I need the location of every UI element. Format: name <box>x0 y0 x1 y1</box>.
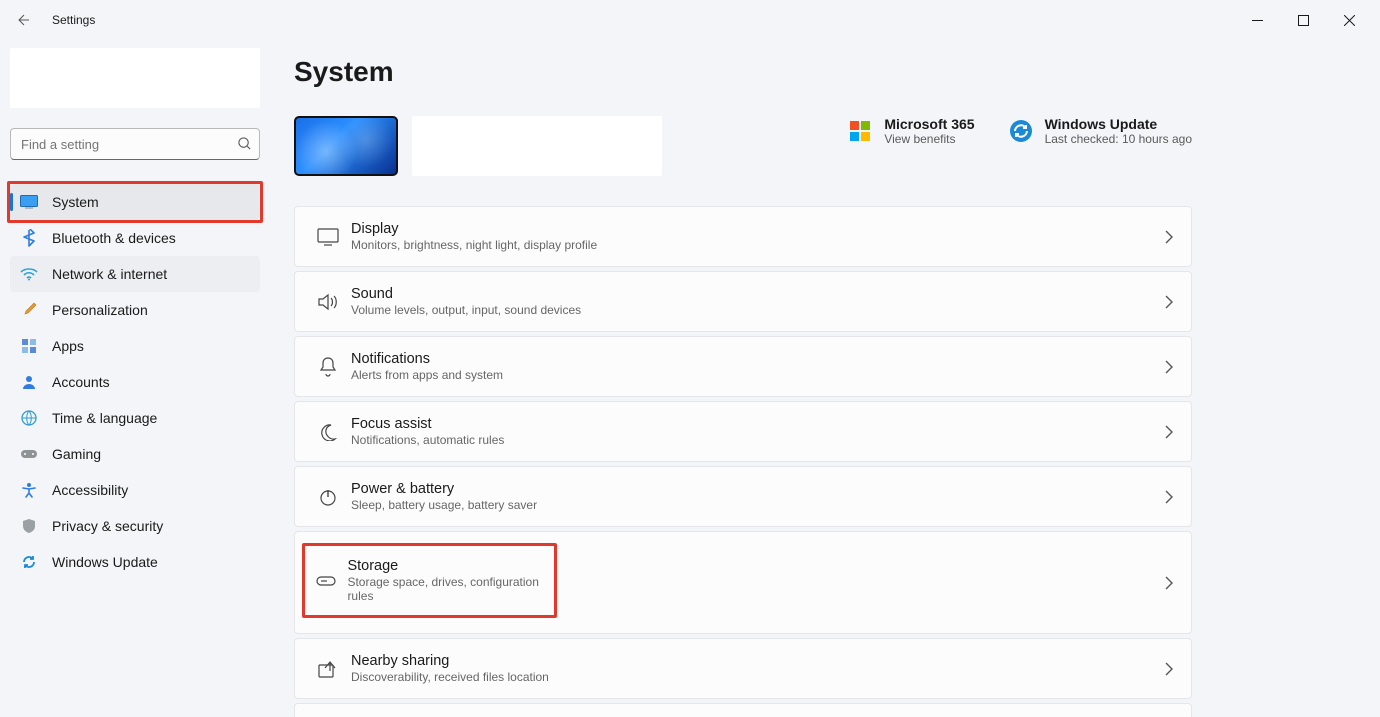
windows-update-link[interactable]: Windows Update Last checked: 10 hours ag… <box>1009 116 1192 146</box>
nav-item-windows-update[interactable]: Windows Update <box>10 544 260 580</box>
row-sound[interactable]: Sound Volume levels, output, input, soun… <box>294 271 1192 332</box>
search-field-wrap <box>10 128 260 160</box>
row-display[interactable]: Display Monitors, brightness, night ligh… <box>294 206 1192 267</box>
titlebar: Settings <box>0 0 1380 40</box>
nav-item-label: Accounts <box>52 374 110 390</box>
accessibility-icon <box>20 481 38 499</box>
nav-item-system[interactable]: System <box>10 184 260 220</box>
chevron-right-icon <box>1165 662 1173 676</box>
chevron-right-icon <box>1165 230 1173 244</box>
ms365-sub: View benefits <box>884 132 974 146</box>
nav-item-accounts[interactable]: Accounts <box>10 364 260 400</box>
ms365-icon <box>848 119 872 143</box>
device-info-card[interactable] <box>412 116 662 176</box>
maximize-button[interactable] <box>1280 4 1326 36</box>
row-nearby-sharing[interactable]: Nearby sharing Discoverability, received… <box>294 638 1192 699</box>
wifi-icon <box>20 265 38 283</box>
row-sub: Storage space, drives, configuration rul… <box>347 575 542 603</box>
sound-icon <box>313 293 343 311</box>
window-controls <box>1234 4 1372 36</box>
update-icon <box>20 553 38 571</box>
nav-item-label: Windows Update <box>52 554 158 570</box>
bluetooth-icon <box>20 229 38 247</box>
nav-item-privacy[interactable]: Privacy & security <box>10 508 260 544</box>
nav-item-apps[interactable]: Apps <box>10 328 260 364</box>
search-icon <box>237 136 252 151</box>
device-thumbnail[interactable] <box>294 116 398 176</box>
gamepad-icon <box>20 445 38 463</box>
nav-item-label: Privacy & security <box>52 518 163 534</box>
shield-icon <box>20 517 38 535</box>
nav-item-bluetooth[interactable]: Bluetooth & devices <box>10 220 260 256</box>
nav-item-label: Bluetooth & devices <box>52 230 176 246</box>
power-icon <box>313 488 343 506</box>
row-sub: Notifications, automatic rules <box>351 433 504 447</box>
apps-icon <box>20 337 38 355</box>
row-sub: Discoverability, received files location <box>351 670 549 684</box>
chevron-right-icon <box>1165 295 1173 309</box>
row-title: Power & battery <box>351 481 537 497</box>
wu-title: Windows Update <box>1045 116 1192 132</box>
row-notifications[interactable]: Notifications Alerts from apps and syste… <box>294 336 1192 397</box>
row-title: Display <box>351 221 597 237</box>
chevron-right-icon <box>1165 360 1173 374</box>
row-title: Sound <box>351 286 581 302</box>
row-storage[interactable]: Storage Storage space, drives, configura… <box>294 531 1192 634</box>
app-title: Settings <box>52 13 95 27</box>
row-power-battery[interactable]: Power & battery Sleep, battery usage, ba… <box>294 466 1192 527</box>
nav-item-label: Gaming <box>52 446 101 462</box>
paintbrush-icon <box>20 301 38 319</box>
wu-sub: Last checked: 10 hours ago <box>1045 132 1192 146</box>
nav-item-gaming[interactable]: Gaming <box>10 436 260 472</box>
nav-item-label: Apps <box>52 338 84 354</box>
row-sub: Alerts from apps and system <box>351 368 503 382</box>
globe-icon <box>20 409 38 427</box>
back-button[interactable] <box>8 4 40 36</box>
nav-item-label: System <box>52 194 99 210</box>
share-icon <box>313 660 343 678</box>
system-icon <box>20 193 38 211</box>
nav-item-label: Time & language <box>52 410 157 426</box>
row-sub: Sleep, battery usage, battery saver <box>351 498 537 512</box>
minimize-button[interactable] <box>1234 4 1280 36</box>
row-title: Notifications <box>351 351 503 367</box>
profile-card[interactable] <box>10 48 260 108</box>
main-content: System Microsoft 365 View benefits <box>270 40 1380 717</box>
bell-icon <box>313 357 343 377</box>
chevron-right-icon <box>1165 425 1173 439</box>
display-icon <box>313 228 343 246</box>
sidebar: System Bluetooth & devices Network & int… <box>0 40 270 717</box>
row-title: Storage <box>347 558 542 574</box>
storage-icon <box>313 575 339 587</box>
nav-item-accessibility[interactable]: Accessibility <box>10 472 260 508</box>
chevron-right-icon <box>1165 576 1173 590</box>
search-input[interactable] <box>10 128 260 160</box>
ms365-title: Microsoft 365 <box>884 116 974 132</box>
row-title: Focus assist <box>351 416 504 432</box>
system-header-row: Microsoft 365 View benefits Windows Upda… <box>294 116 1192 176</box>
moon-icon <box>313 423 343 441</box>
row-focus-assist[interactable]: Focus assist Notifications, automatic ru… <box>294 401 1192 462</box>
nav-item-network[interactable]: Network & internet <box>10 256 260 292</box>
nav-item-label: Network & internet <box>52 266 167 282</box>
ms365-link[interactable]: Microsoft 365 View benefits <box>848 116 974 146</box>
nav-item-label: Personalization <box>52 302 148 318</box>
page-title: System <box>294 56 1192 88</box>
close-button[interactable] <box>1326 4 1372 36</box>
row-sub: Monitors, brightness, night light, displ… <box>351 238 597 252</box>
row-multitasking[interactable]: Multitasking Snap windows, desktops, tas… <box>294 703 1192 717</box>
row-title: Nearby sharing <box>351 653 549 669</box>
chevron-right-icon <box>1165 490 1173 504</box>
nav-item-time-language[interactable]: Time & language <box>10 400 260 436</box>
nav-item-personalization[interactable]: Personalization <box>10 292 260 328</box>
nav-item-label: Accessibility <box>52 482 128 498</box>
row-sub: Volume levels, output, input, sound devi… <box>351 303 581 317</box>
windows-update-icon <box>1009 119 1033 143</box>
person-icon <box>20 373 38 391</box>
nav-system-highlight: System <box>7 181 263 223</box>
row-storage-highlight: Storage Storage space, drives, configura… <box>302 543 557 618</box>
